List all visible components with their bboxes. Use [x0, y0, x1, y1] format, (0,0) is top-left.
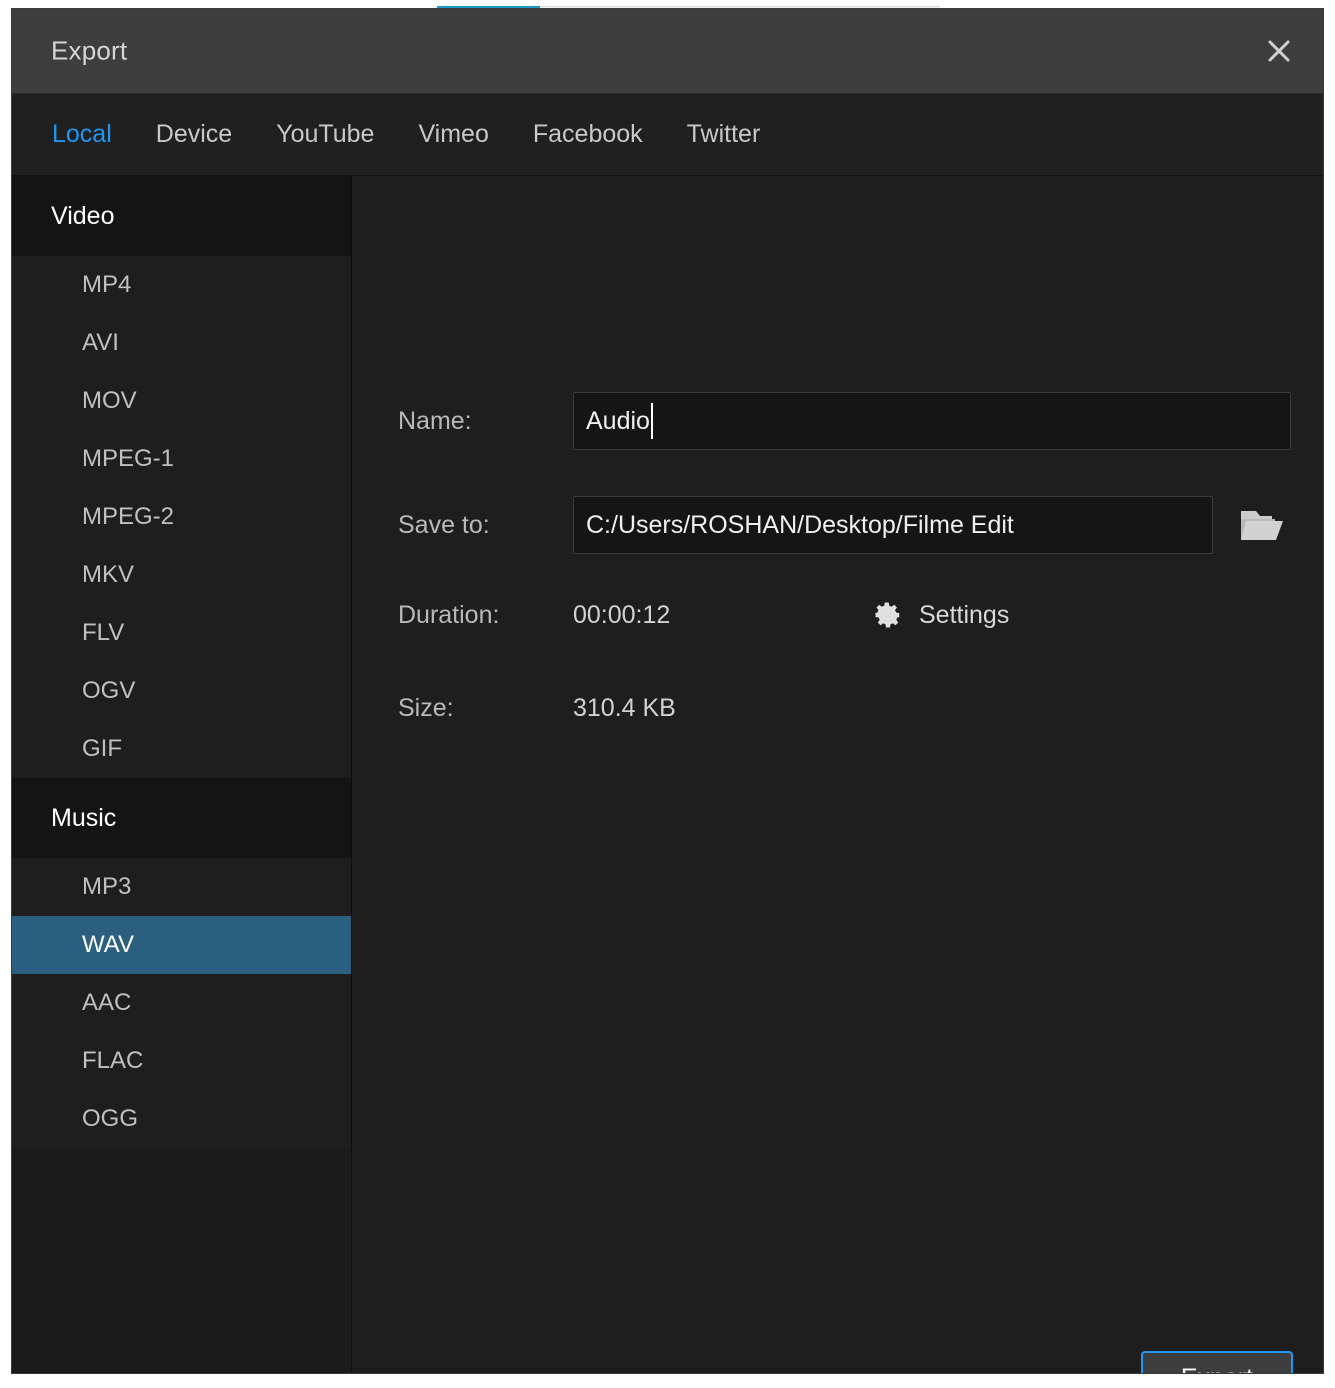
music-format-list: MP3 WAV AAC FLAC OGG: [12, 858, 351, 1148]
format-sidebar: Video MP4 AVI MOV MPEG-1 MPEG-2 MKV FLV …: [12, 176, 352, 1373]
format-item-flac[interactable]: FLAC: [12, 1032, 351, 1090]
format-item-aac[interactable]: AAC: [12, 974, 351, 1032]
format-item-ogg[interactable]: OGG: [12, 1090, 351, 1148]
tab-facebook[interactable]: Facebook: [533, 120, 643, 149]
format-item-mkv[interactable]: MKV: [12, 546, 351, 604]
tab-local[interactable]: Local: [52, 120, 112, 149]
video-format-list: MP4 AVI MOV MPEG-1 MPEG-2 MKV FLV OGV GI…: [12, 256, 351, 778]
format-item-gif[interactable]: GIF: [12, 720, 351, 778]
save-to-input[interactable]: [573, 496, 1213, 554]
format-item-avi[interactable]: AVI: [12, 314, 351, 372]
size-field-row: Size: 310.4 KB: [398, 694, 873, 723]
duration-field-row: Duration: 00:00:12 Settings: [398, 600, 1009, 630]
dialog-body: Video MP4 AVI MOV MPEG-1 MPEG-2 MKV FLV …: [12, 176, 1323, 1373]
sidebar-empty-space: [12, 1148, 351, 1368]
settings-label: Settings: [919, 601, 1009, 630]
dialog-title: Export: [51, 36, 127, 67]
tab-youtube[interactable]: YouTube: [276, 120, 374, 149]
tab-twitter[interactable]: Twitter: [687, 120, 761, 149]
format-item-mov[interactable]: MOV: [12, 372, 351, 430]
browse-folder-button[interactable]: [1227, 496, 1297, 554]
size-label: Size:: [398, 694, 573, 723]
text-cursor: [651, 403, 653, 439]
format-item-wav[interactable]: WAV: [12, 916, 351, 974]
name-input[interactable]: [573, 392, 1291, 450]
format-item-mpeg-1[interactable]: MPEG-1: [12, 430, 351, 488]
duration-label: Duration:: [398, 601, 573, 630]
close-icon: [1264, 36, 1294, 66]
export-button[interactable]: Export: [1141, 1351, 1293, 1373]
dialog-titlebar: Export: [12, 9, 1323, 94]
export-dialog: Export Local Device YouTube Vimeo Facebo…: [12, 9, 1323, 1373]
folder-icon: [1239, 506, 1285, 544]
close-button[interactable]: [1243, 9, 1315, 93]
duration-value: 00:00:12: [573, 601, 873, 630]
format-item-flv[interactable]: FLV: [12, 604, 351, 662]
tab-vimeo[interactable]: Vimeo: [418, 120, 488, 149]
format-item-mp3[interactable]: MP3: [12, 858, 351, 916]
size-value: 310.4 KB: [573, 694, 873, 723]
name-field-row: Name:: [398, 392, 1291, 450]
gear-icon: [873, 600, 903, 630]
settings-button[interactable]: Settings: [873, 600, 1009, 630]
name-label: Name:: [398, 407, 573, 436]
format-item-mp4[interactable]: MP4: [12, 256, 351, 314]
export-destination-tabs: Local Device YouTube Vimeo Facebook Twit…: [12, 94, 1323, 176]
save-to-label: Save to:: [398, 511, 573, 540]
section-header-music: Music: [12, 778, 351, 858]
export-settings-pane: Name: Save to: Duration:: [352, 176, 1323, 1373]
format-item-ogv[interactable]: OGV: [12, 662, 351, 720]
save-to-field-row: Save to:: [398, 496, 1297, 554]
format-item-mpeg-2[interactable]: MPEG-2: [12, 488, 351, 546]
name-input-wrapper: [573, 392, 1291, 450]
tab-device[interactable]: Device: [156, 120, 232, 149]
section-header-video: Video: [12, 176, 351, 256]
